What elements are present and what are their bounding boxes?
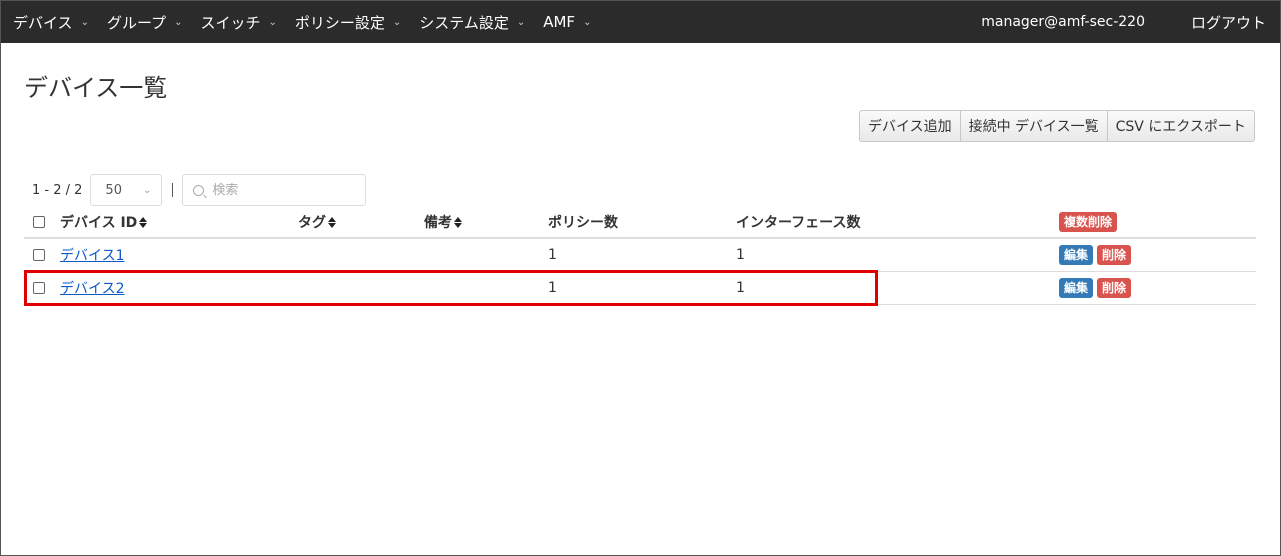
nav-item-system-settings[interactable]: システム設定 ⌄ — [419, 12, 525, 33]
device-link[interactable]: デバイス2 — [60, 281, 125, 297]
header-policy-count: ポリシー数 — [548, 206, 736, 239]
nav-item-label: スイッチ — [200, 13, 261, 32]
tag-cell — [298, 238, 424, 271]
logout-link[interactable]: ログアウト — [1191, 12, 1266, 33]
sort-icon — [454, 217, 462, 228]
sort-icon — [328, 217, 336, 228]
header-label: インターフェース数 — [736, 214, 861, 231]
policy-count-cell: 1 — [548, 246, 557, 263]
header-label: ポリシー数 — [548, 214, 618, 231]
note-cell — [424, 271, 548, 304]
page-size-value: 50 — [105, 182, 122, 198]
select-all-checkbox[interactable] — [33, 215, 45, 228]
search-input[interactable] — [212, 182, 363, 198]
device-table-wrap: デバイス ID タグ 備考 ポリシー数 インターフェース数 複数削除 デバイス1… — [24, 206, 1256, 305]
nav-item-devices[interactable]: デバイス ⌄ — [13, 12, 89, 33]
policy-count-cell: 1 — [548, 279, 557, 296]
row-actions-cell: 編集 削除 — [1059, 238, 1256, 271]
nav-item-label: グループ — [106, 13, 167, 32]
sort-icon — [139, 217, 148, 228]
device-table: デバイス ID タグ 備考 ポリシー数 インターフェース数 複数削除 デバイス1… — [24, 206, 1256, 305]
nav-item-label: AMF — [543, 13, 576, 31]
bulk-delete-button[interactable]: 複数削除 — [1059, 211, 1118, 232]
nav-user-area: manager@amf-sec-220 ログアウト — [981, 1, 1280, 43]
header-label: デバイス ID — [60, 214, 138, 231]
row-checkbox-cell — [24, 238, 60, 271]
device-id-cell: デバイス1 — [60, 238, 298, 271]
list-toolbar: 1 - 2 / 2 50 ⌄ — [32, 174, 367, 206]
device-id-cell: デバイス2 — [60, 271, 298, 304]
header-label: 備考 — [424, 214, 452, 231]
nav-item-label: システム設定 — [419, 13, 509, 32]
row-checkbox-cell — [24, 271, 60, 304]
chevron-down-icon: ⌄ — [80, 16, 89, 28]
nav-item-amf[interactable]: AMF ⌄ — [543, 13, 591, 31]
nav-item-switches[interactable]: スイッチ ⌄ — [200, 12, 276, 33]
nav-item-groups[interactable]: グループ ⌄ — [107, 12, 183, 33]
chevron-down-icon: ⌄ — [392, 16, 402, 28]
edit-button[interactable]: 編集 — [1059, 277, 1094, 298]
interface-count-cell: 1 — [736, 279, 745, 296]
note-cell — [424, 238, 548, 271]
action-button-group: デバイス追加 接続中 デバイス一覧 CSV にエクスポート — [859, 110, 1255, 142]
table-header-row: デバイス ID タグ 備考 ポリシー数 インターフェース数 複数削除 — [24, 206, 1256, 239]
add-device-button[interactable]: デバイス追加 — [859, 110, 961, 142]
chevron-down-icon: ⌄ — [583, 16, 592, 28]
table-row: デバイス2 1 1 編集 削除 — [24, 271, 1256, 304]
header-device-id[interactable]: デバイス ID — [60, 206, 298, 239]
row-checkbox[interactable] — [33, 281, 45, 294]
page-title: デバイス一覧 — [24, 74, 168, 102]
header-label: タグ — [298, 214, 326, 231]
chevron-down-icon: ⌄ — [143, 184, 152, 196]
device-link[interactable]: デバイス1 — [60, 248, 125, 264]
interface-count-cell: 1 — [736, 246, 745, 263]
header-tag[interactable]: タグ — [298, 206, 424, 239]
header-select-all-cell — [24, 206, 60, 239]
current-user: manager@amf-sec-220 — [981, 14, 1145, 30]
nav-item-label: ポリシー設定 — [294, 13, 385, 32]
chevron-down-icon: ⌄ — [174, 16, 183, 28]
record-count: 1 - 2 / 2 — [32, 182, 83, 198]
delete-button[interactable]: 削除 — [1097, 244, 1132, 265]
page-size-select[interactable]: 50 ⌄ — [90, 174, 163, 206]
edit-button[interactable]: 編集 — [1059, 244, 1094, 265]
chevron-down-icon: ⌄ — [516, 16, 526, 28]
search-box — [182, 174, 367, 206]
search-icon — [193, 184, 205, 196]
delete-button[interactable]: 削除 — [1097, 277, 1132, 298]
header-note[interactable]: 備考 — [424, 206, 548, 239]
connected-devices-button[interactable]: 接続中 デバイス一覧 — [960, 110, 1108, 142]
tag-cell — [298, 271, 424, 304]
row-actions-cell: 編集 削除 — [1059, 271, 1256, 304]
row-checkbox[interactable] — [33, 248, 45, 261]
top-navbar: デバイス ⌄ グループ ⌄ スイッチ ⌄ ポリシー設定 ⌄ システム設定 ⌄ AMF ⌄ m… — [1, 1, 1280, 43]
table-row: デバイス1 1 1 編集 削除 — [24, 238, 1256, 271]
csv-export-button[interactable]: CSV にエクスポート — [1107, 110, 1255, 142]
nav-item-policy-settings[interactable]: ポリシー設定 ⌄ — [295, 12, 401, 33]
chevron-down-icon: ⌄ — [268, 16, 277, 28]
nav-item-label: デバイス — [13, 13, 73, 32]
nav-menu: デバイス ⌄ グループ ⌄ スイッチ ⌄ ポリシー設定 ⌄ システム設定 ⌄ AMF ⌄ — [1, 1, 609, 43]
header-actions: 複数削除 — [1059, 206, 1256, 239]
header-interface-count: インターフェース数 — [736, 206, 1059, 239]
toolbar-divider — [172, 183, 174, 197]
